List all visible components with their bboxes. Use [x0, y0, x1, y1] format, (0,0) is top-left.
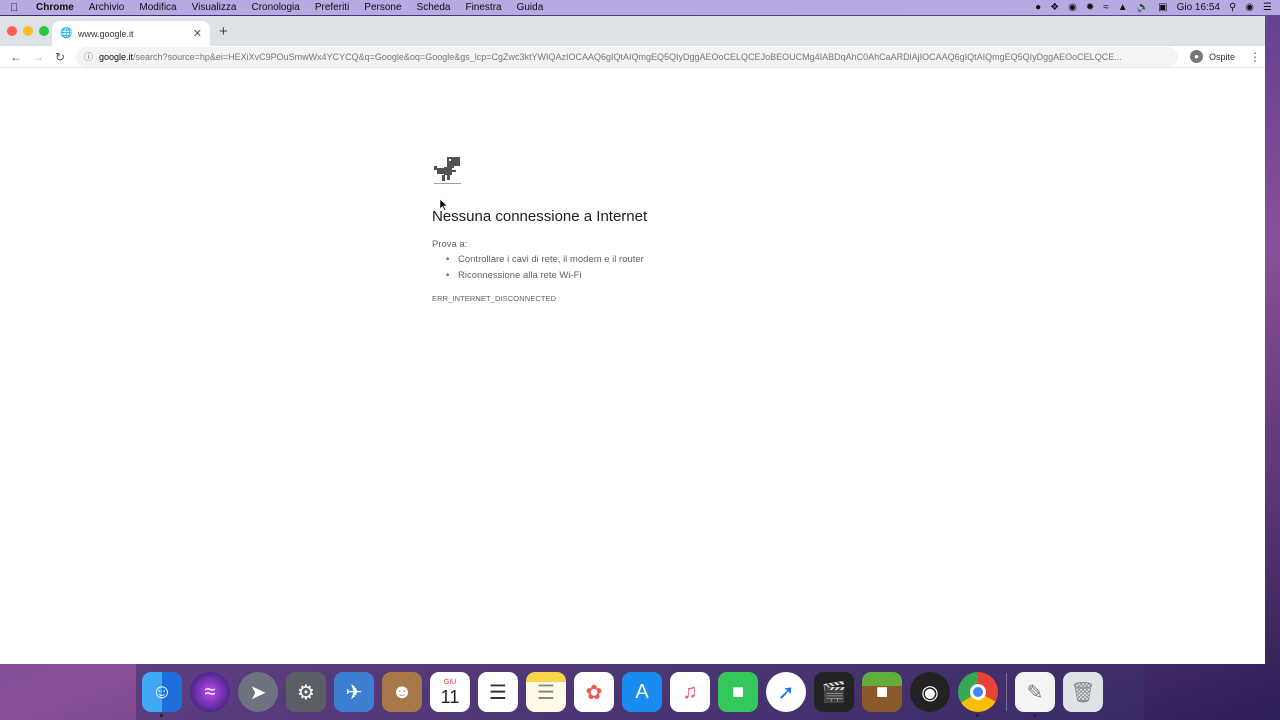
info-icon[interactable]: ⓘ [84, 50, 93, 63]
malwarebytes-icon[interactable]: ❖ [1050, 0, 1059, 15]
dock-separator [1006, 673, 1007, 711]
status-area: ● ❖ ◉ ✹ ≈ ▲ 🔊 ▣ Gio 16:54 ⚲ ◉ ☰ [1035, 0, 1272, 15]
menu-bar:  Chrome Archivio Modifica Visualizza Cr… [0, 0, 1280, 15]
menu-app-chrome[interactable]: Chrome [36, 2, 74, 13]
reload-icon[interactable]: ↻ [50, 50, 70, 64]
textedit-document-icon[interactable]: ✎ [1015, 672, 1055, 717]
tab-title: www.google.it [78, 28, 134, 39]
facetime-icon[interactable]: ■ [718, 672, 758, 712]
display-icon[interactable]: ▣ [1158, 0, 1167, 15]
suggestion-list: Controllare i cavi di rete, il modem e i… [446, 254, 644, 286]
location-icon[interactable]: ◉ [1068, 0, 1077, 15]
menu-persone[interactable]: Persone [364, 2, 401, 13]
menu-archivio[interactable]: Archivio [89, 2, 125, 13]
notes-icon[interactable]: ☰ [526, 672, 566, 712]
preview-icon[interactable]: ✈ [334, 672, 374, 712]
error-code: ERR_INTERNET_DISCONNECTED [432, 294, 557, 303]
network-icon[interactable]: ✹ [1086, 0, 1094, 15]
calendar-icon[interactable]: GIU 11 [430, 672, 470, 712]
page-content: Nessuna connessione a Internet Prova a: … [0, 69, 1265, 664]
window-close-button[interactable] [7, 26, 17, 36]
chrome-icon[interactable] [958, 672, 998, 717]
final-cut-pro-icon[interactable]: 🎬 [814, 672, 854, 712]
running-indicator [976, 714, 979, 717]
airplay-icon[interactable]: ▲ [1118, 0, 1128, 15]
volume-icon[interactable]: 🔊 [1137, 0, 1149, 15]
back-arrow-icon[interactable]: ← [6, 50, 26, 64]
running-indicator [1033, 714, 1036, 717]
browser-toolbar: ← → ↻ ⓘ google.it /search?source=hp&ei=H… [0, 46, 1265, 68]
offline-dino-icon[interactable] [432, 155, 462, 185]
tab-close-icon[interactable]: ✕ [193, 27, 202, 40]
new-tab-plus-icon[interactable]: + [219, 23, 228, 40]
window-minimize-button[interactable] [23, 26, 33, 36]
music-icon[interactable]: ♫ [670, 672, 710, 712]
profile-label: Ospite [1208, 51, 1235, 62]
dock: ☺ ≈ ➤ ⚙ ✈ ☻ GIU 11 ☰ ☰ ✿ A ♫ ■ ➚ 🎬 ■ ◉ ✎… [136, 664, 1144, 720]
siri-icon[interactable]: ◉ [1245, 0, 1254, 15]
forward-arrow-icon[interactable]: → [28, 50, 48, 64]
tab-strip: 🌐 www.google.it ✕ + [0, 16, 1265, 46]
try-label: Prova a: [432, 239, 468, 250]
system-preferences-icon[interactable]: ⚙ [286, 672, 326, 712]
menu-preferiti[interactable]: Preferiti [315, 2, 349, 13]
finder-icon[interactable]: ☺ [142, 672, 182, 717]
launchpad-icon[interactable]: ➤ [238, 672, 278, 712]
more-menu-icon[interactable]: ⋮ [1249, 50, 1261, 64]
suggestion-item: Controllare i cavi di rete, il modem e i… [446, 254, 644, 270]
suggestion-item: Riconnessione alla rete Wi-Fi [446, 270, 644, 286]
address-bar[interactable]: ⓘ google.it /search?source=hp&ei=HEXiXvC… [76, 46, 1178, 67]
browser-window: 🌐 www.google.it ✕ + ← → ↻ ⓘ google.it /s… [0, 16, 1265, 664]
profile-button[interactable]: ● Ospite [1189, 50, 1235, 63]
apple-icon[interactable]:  [10, 2, 24, 14]
reminders-icon[interactable]: ☰ [478, 672, 518, 712]
menubar-clock[interactable]: Gio 16:54 [1177, 2, 1220, 13]
safari-icon[interactable]: ➚ [766, 672, 806, 712]
menu-guida[interactable]: Guida [517, 2, 544, 13]
notification-center-icon[interactable]: ☰ [1263, 0, 1272, 15]
menu-modifica[interactable]: Modifica [139, 2, 176, 13]
trash-icon[interactable]: 🗑 [1063, 672, 1103, 712]
photos-icon[interactable]: ✿ [574, 672, 614, 712]
menu-finestra[interactable]: Finestra [465, 2, 501, 13]
running-indicator [160, 714, 163, 717]
menu-scheda[interactable]: Scheda [417, 2, 451, 13]
obs-icon[interactable]: ◉ [910, 672, 950, 712]
calendar-day: 11 [440, 686, 460, 707]
tab-google[interactable]: 🌐 www.google.it ✕ [52, 21, 210, 46]
wifi-icon[interactable]: ≈ [1103, 0, 1109, 15]
menu-cronologia[interactable]: Cronologia [251, 2, 299, 13]
guest-avatar-icon: ● [1189, 50, 1203, 63]
spotlight-search-icon[interactable]: ⚲ [1229, 0, 1236, 15]
window-controls [7, 26, 49, 36]
calendar-month: GIU [443, 678, 457, 686]
error-title: Nessuna connessione a Internet [432, 208, 648, 225]
url-host: google.it [99, 51, 134, 62]
contacts-icon[interactable]: ☻ [382, 672, 422, 712]
globe-icon: 🌐 [60, 27, 73, 39]
app-store-icon[interactable]: A [622, 672, 662, 712]
window-maximize-button[interactable] [39, 26, 49, 36]
siri-app-icon[interactable]: ≈ [190, 672, 230, 712]
menu-visualizza[interactable]: Visualizza [192, 2, 237, 13]
chrome-center-icon [970, 684, 986, 700]
url-path: /search?source=hp&ei=HEXiXvC9POuSmwWx4YC… [133, 51, 1122, 62]
record-icon[interactable]: ● [1035, 0, 1041, 15]
minecraft-icon[interactable]: ■ [862, 672, 902, 712]
